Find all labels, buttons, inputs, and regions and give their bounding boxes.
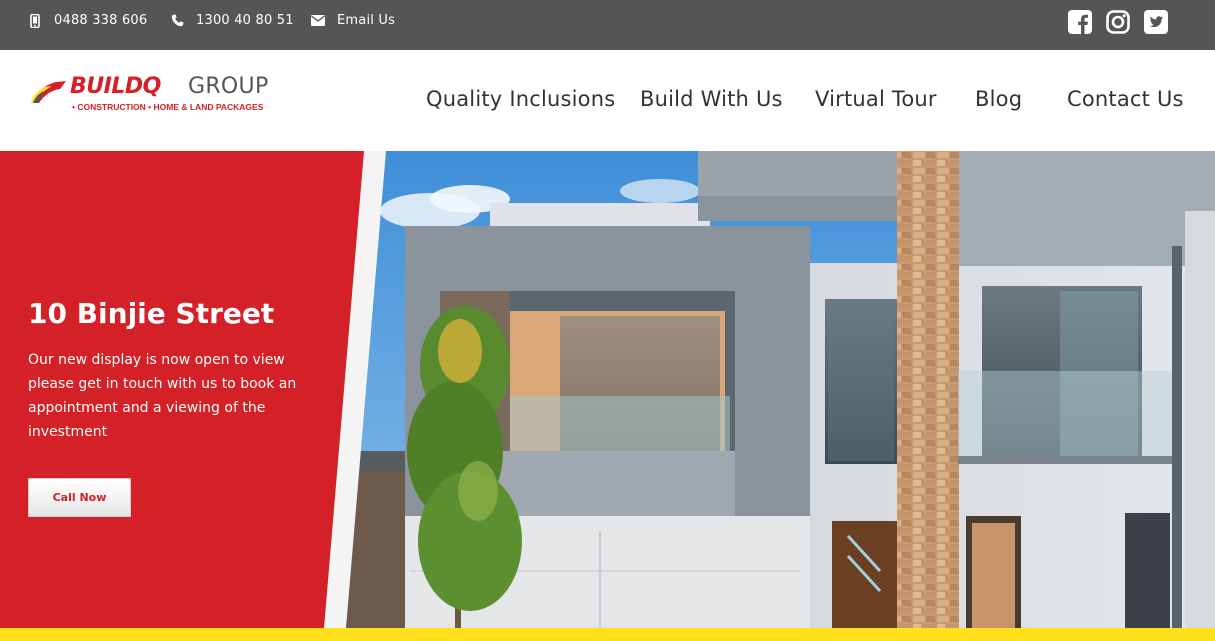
- instagram-icon: [1106, 10, 1130, 38]
- hero-description: Our new display is now open to view plea…: [28, 352, 297, 440]
- twitter-icon: [1144, 10, 1168, 38]
- nav-blog[interactable]: Blog: [975, 87, 1022, 111]
- twitter-link[interactable]: [1144, 10, 1168, 38]
- email-contact-link[interactable]: Email Us: [311, 13, 395, 28]
- logo-group-text: GROUP: [188, 74, 269, 99]
- email-label: Email Us: [337, 13, 396, 28]
- nav-quality-inclusions[interactable]: Quality Inclusions: [426, 87, 615, 111]
- instagram-link[interactable]: [1106, 10, 1130, 38]
- logo-tagline: • CONSTRUCTION • HOME & LAND PACKAGES: [72, 102, 264, 112]
- phone-number: 1300 40 80 51: [196, 13, 294, 28]
- mobile-contact-link[interactable]: 0488 338 606: [28, 13, 147, 28]
- facebook-link[interactable]: [1068, 10, 1092, 38]
- call-now-button[interactable]: Call Now: [28, 478, 131, 517]
- hero-title: 10 Binjie Street: [28, 297, 275, 330]
- envelope-icon: [311, 14, 325, 28]
- phone-icon: [170, 14, 184, 28]
- mobile-icon: [28, 13, 42, 28]
- site-header: BUILDQ GROUP • CONSTRUCTION • HOME & LAN…: [0, 50, 1215, 151]
- mobile-number: 0488 338 606: [54, 13, 148, 28]
- yellow-accent-bar: [0, 628, 1215, 641]
- nav-build-with-us[interactable]: Build With Us: [640, 87, 783, 111]
- hero-section: 10 Binjie Street Our new display is now …: [0, 151, 1215, 628]
- facebook-icon: [1068, 10, 1092, 38]
- buildq-logo[interactable]: BUILDQ GROUP • CONSTRUCTION • HOME & LAN…: [30, 74, 295, 115]
- nav-contact-us[interactable]: Contact Us: [1067, 87, 1184, 111]
- phone-contact-link[interactable]: 1300 40 80 51: [170, 13, 294, 28]
- nav-virtual-tour[interactable]: Virtual Tour: [815, 87, 937, 111]
- logo-brand-text: BUILDQ: [70, 74, 161, 99]
- logo-mark-icon: [31, 81, 66, 103]
- top-bar: 0488 338 606 1300 40 80 51 Email Us: [0, 0, 1215, 50]
